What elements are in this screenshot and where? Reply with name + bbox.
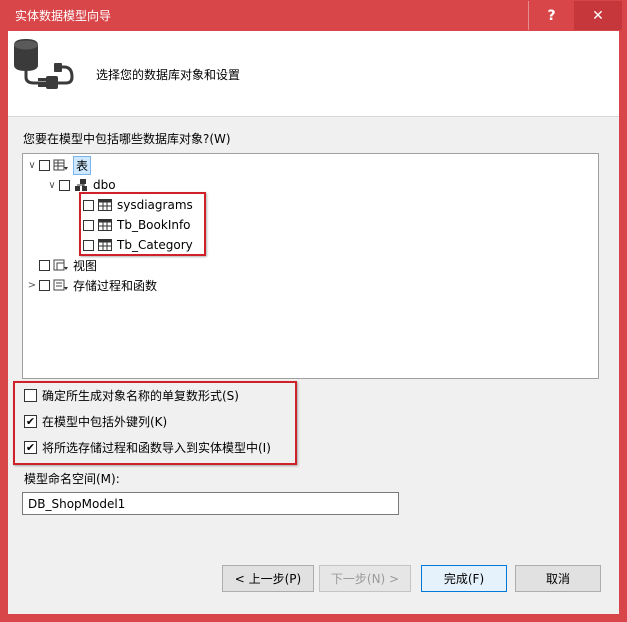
- cancel-button[interactable]: 取消: [515, 565, 601, 592]
- chevron-down-icon[interactable]: ∨: [25, 158, 39, 172]
- objects-question-label: 您要在模型中包括哪些数据库对象?(W): [23, 132, 231, 146]
- views-label: 视图: [73, 258, 98, 273]
- views-folder-icon: [53, 259, 68, 271]
- help-button[interactable]: ?: [528, 1, 574, 30]
- procedures-checkbox[interactable]: [39, 279, 50, 291]
- window-title: 实体数据模型向导: [15, 9, 112, 23]
- header-band: 选择您的数据库对象和设置: [8, 31, 619, 117]
- options-highlight-box: [13, 381, 297, 465]
- close-button[interactable]: ✕: [574, 1, 622, 30]
- tables-highlight-box: [79, 192, 206, 256]
- tree-node-tables[interactable]: ∨ 表: [25, 155, 92, 175]
- dialog-client: 选择您的数据库对象和设置 您要在模型中包括哪些数据库对象?(W) ∨ 表 ∨ d…: [8, 31, 619, 614]
- title-bar[interactable]: 实体数据模型向导 ? ✕: [0, 0, 627, 31]
- finish-button[interactable]: 完成(F): [421, 565, 507, 592]
- wizard-window: 实体数据模型向导 ? ✕ 选择您的数据库对象和设置 您要在模型中包括哪些数据库对…: [0, 0, 627, 622]
- namespace-input[interactable]: [22, 492, 399, 515]
- tables-checkbox[interactable]: [39, 159, 50, 171]
- schema-label: dbo: [93, 178, 116, 192]
- procedures-folder-icon: [53, 279, 68, 291]
- tree-node-procedures[interactable]: > 存储过程和函数: [25, 276, 157, 294]
- chevron-down-icon[interactable]: ∨: [45, 178, 59, 192]
- prev-button[interactable]: < 上一步(P): [222, 565, 314, 592]
- namespace-label: 模型命名空间(M):: [24, 472, 120, 486]
- views-checkbox[interactable]: [39, 259, 50, 271]
- database-connection-icon: [14, 39, 74, 89]
- schema-icon: [75, 179, 87, 191]
- schema-checkbox[interactable]: [59, 179, 70, 191]
- chevron-right-icon[interactable]: >: [25, 278, 39, 292]
- next-button[interactable]: 下一步(N) >: [319, 565, 411, 592]
- procedures-label: 存储过程和函数: [73, 278, 158, 293]
- tree-node-views[interactable]: 视图: [25, 256, 97, 274]
- database-objects-tree[interactable]: ∨ 表 ∨ dbo sysdiagrams Tb_BookInfo Tb_Cat…: [22, 153, 599, 379]
- tables-label: 表: [73, 155, 92, 175]
- tables-folder-icon: [53, 159, 68, 171]
- header-title: 选择您的数据库对象和设置: [96, 68, 241, 82]
